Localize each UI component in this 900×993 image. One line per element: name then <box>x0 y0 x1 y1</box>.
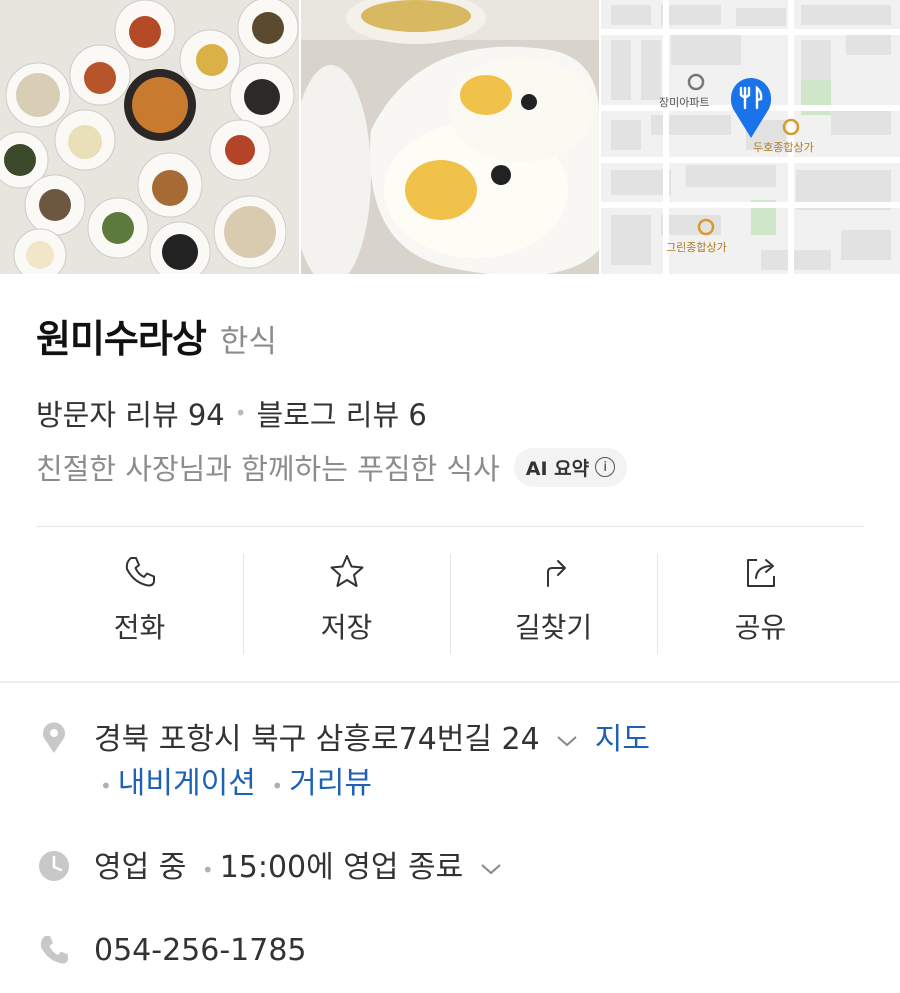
closing-time: 15:00에 영업 종료 <box>219 850 464 885</box>
phone-filled-icon <box>40 936 68 964</box>
phone-block: 054-256-1785 <box>94 929 307 973</box>
share-label: 공유 <box>734 611 787 644</box>
directions-button[interactable]: 길찾기 <box>450 550 657 656</box>
fried-eggs-photo-image <box>301 0 599 274</box>
share-icon <box>746 559 775 587</box>
street-view-link[interactable]: 거리뷰 <box>289 766 372 801</box>
ai-summary-badge[interactable]: AI 요약 i <box>513 447 628 487</box>
hours-row[interactable]: 영업 중 • 15:00에 영업 종료 <box>36 846 509 892</box>
separator-dot: • <box>100 774 112 798</box>
photo-gallery[interactable]: 장미아파트 두호종합상가 그린종합상가 <box>0 0 900 274</box>
chevron-down-icon[interactable] <box>555 733 579 749</box>
directions-label: 길찾기 <box>514 611 593 644</box>
summary-row: 친절한 사장님과 함께하는 푸짐한 식사 AI 요약 i <box>36 446 628 488</box>
map-thumbnail[interactable]: 장미아파트 두호종합상가 그린종합상가 <box>601 0 900 274</box>
place-name: 원미수라상 <box>36 317 207 361</box>
separator-dot: • <box>234 401 247 425</box>
phone-icon <box>125 557 155 587</box>
address-text: 경북 포항시 북구 삼흥로74번길 24 <box>94 722 540 757</box>
section-divider <box>0 681 900 683</box>
star-icon <box>330 555 363 587</box>
review-counts: 방문자 리뷰 94 • 블로그 리뷰 6 <box>36 392 427 434</box>
phone-number[interactable]: 054-256-1785 <box>94 933 307 968</box>
save-button[interactable]: 저장 <box>243 550 450 656</box>
phone-row[interactable]: 054-256-1785 <box>36 929 307 973</box>
ai-badge-label: AI 요약 <box>525 457 590 480</box>
clock-icon <box>39 851 69 881</box>
chevron-down-icon[interactable] <box>479 861 503 877</box>
hours-block: 영업 중 • 15:00에 영업 종료 <box>94 846 509 892</box>
visitor-review-link[interactable]: 방문자 리뷰 94 <box>36 392 225 434</box>
action-bar: 전화 저장 길찾기 공유 <box>36 550 864 656</box>
map-label-green: 그린종합상가 <box>666 241 727 254</box>
map-label-apartment: 장미아파트 <box>659 96 710 109</box>
call-label: 전화 <box>113 611 166 644</box>
photo-banchan-table[interactable] <box>0 0 299 274</box>
place-title-row: 원미수라상 한식 <box>36 308 277 363</box>
open-status: 영업 중 <box>94 850 187 885</box>
save-label: 저장 <box>320 611 373 644</box>
divider <box>36 526 864 527</box>
place-category: 한식 <box>219 324 277 360</box>
blog-review-link[interactable]: 블로그 리뷰 6 <box>257 392 427 434</box>
map-label-duho: 두호종합상가 <box>753 141 814 154</box>
call-button[interactable]: 전화 <box>36 550 243 656</box>
info-icon: i <box>595 457 616 477</box>
map-image: 장미아파트 두호종합상가 그린종합상가 <box>601 0 900 274</box>
directions-icon <box>546 560 566 587</box>
separator-dot: • <box>271 774 284 798</box>
photo-fried-eggs[interactable] <box>301 0 599 274</box>
address-block: 경북 포항시 북구 삼흥로74번길 24 지도 • 내비게이션 • 거리뷰 <box>94 718 650 808</box>
ai-summary-text: 친절한 사장님과 함께하는 푸짐한 식사 <box>36 452 500 486</box>
location-pin-icon <box>43 722 65 753</box>
address-row: 경북 포항시 북구 삼흥로74번길 24 지도 • 내비게이션 • 거리뷰 <box>36 718 650 808</box>
map-link[interactable]: 지도 <box>595 722 650 757</box>
separator-dot: • <box>201 858 214 882</box>
banchan-photo-image <box>0 0 299 274</box>
share-button[interactable]: 공유 <box>657 550 864 656</box>
navigation-link[interactable]: 내비게이션 <box>118 766 256 801</box>
